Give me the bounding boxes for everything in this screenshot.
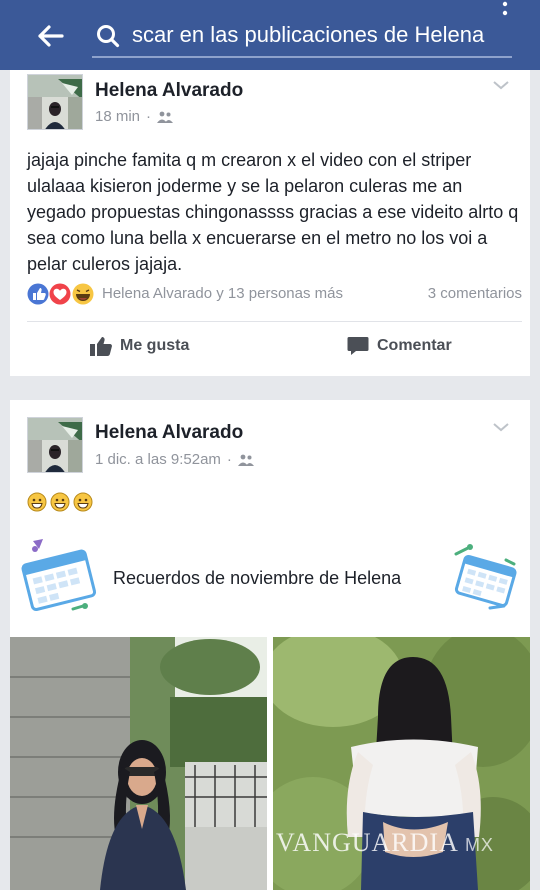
post-time[interactable]: 18 min (95, 108, 140, 125)
photo-thumbnail[interactable] (10, 637, 267, 890)
grinning-face-icon (73, 492, 93, 512)
meta-separator: · (146, 108, 152, 125)
overflow-menu-icon[interactable] (500, 0, 510, 20)
like-reaction-icon (27, 283, 49, 305)
meta-separator: · (226, 451, 232, 468)
comment-label: Comentar (377, 337, 452, 354)
emoji-row (27, 492, 93, 512)
thumbs-up-icon (90, 337, 112, 356)
calendar-icon (454, 544, 517, 610)
memories-title[interactable]: Recuerdos de noviembre de Helena (113, 568, 401, 589)
avatar[interactable] (27, 417, 83, 473)
love-reaction-icon (49, 283, 71, 305)
post-author[interactable]: Helena Alvarado (95, 80, 243, 102)
reactions-bar[interactable]: Helena Alvarado y 13 personas más 3 come… (27, 282, 522, 306)
post-time[interactable]: 1 dic. a las 9:52am (95, 451, 221, 468)
watermark-text: VANGUARDIA (276, 828, 458, 857)
post-card: Helena Alvarado 18 min · jajaja pinche f… (10, 70, 530, 376)
comment-button[interactable]: Comentar (347, 336, 452, 356)
reactions-summary[interactable]: Helena Alvarado y 13 personas más (102, 285, 343, 302)
post-meta: 18 min · (95, 108, 174, 125)
search-underline (92, 56, 512, 58)
post-card: Helena Alvarado 1 dic. a las 9:52am · Re… (10, 400, 530, 890)
watermark-suffix: MX (464, 835, 494, 855)
grinning-face-icon (50, 492, 70, 512)
grinning-face-icon (27, 492, 47, 512)
search-input[interactable]: scar en las publicaciones de Helena (132, 18, 512, 52)
comment-icon (347, 337, 369, 355)
chevron-down-icon[interactable] (492, 421, 510, 433)
like-label: Me gusta (120, 337, 190, 354)
search-icon[interactable] (95, 23, 121, 49)
post-meta: 1 dic. a las 9:52am · (95, 451, 254, 468)
post-text: jajaja pinche famita q m crearon x el vi… (27, 150, 519, 274)
top-bar: scar en las publicaciones de Helena (0, 0, 540, 70)
comments-count[interactable]: 3 comentarios (428, 285, 522, 302)
post-author[interactable]: Helena Alvarado (95, 422, 243, 444)
memories-banner[interactable]: Recuerdos de noviembre de Helena (10, 525, 530, 620)
divider (27, 321, 522, 322)
arrow-left-icon[interactable] (34, 20, 66, 52)
friends-icon (157, 111, 174, 123)
haha-reaction-icon (72, 283, 94, 305)
calendar-icon (21, 539, 97, 611)
chevron-down-icon[interactable] (492, 79, 510, 91)
watermark-logo: VANGUARDIA MX (276, 828, 494, 858)
friends-icon (237, 454, 254, 466)
avatar[interactable] (27, 74, 83, 130)
like-button[interactable]: Me gusta (90, 336, 189, 356)
